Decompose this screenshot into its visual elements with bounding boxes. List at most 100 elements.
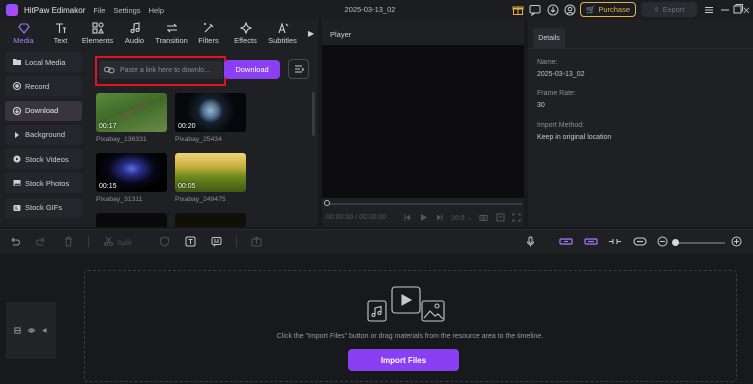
next-frame-icon[interactable] <box>435 213 444 222</box>
drop-hint-text: Click the "Import Files" button or drag … <box>276 333 544 340</box>
volume-icon[interactable] <box>496 213 505 222</box>
export-clip-icon[interactable] <box>251 236 262 247</box>
tab-subtitles[interactable]: Subtitles <box>264 22 301 48</box>
feedback-icon[interactable] <box>529 4 541 16</box>
tab-effects[interactable]: Effects <box>227 22 264 48</box>
tab-details[interactable]: Details <box>533 28 565 48</box>
download-button[interactable]: Download <box>224 60 280 79</box>
fit-timeline-icon[interactable] <box>633 236 647 247</box>
menu-file[interactable]: File <box>93 6 105 15</box>
add-subtitle-icon[interactable] <box>211 236 222 247</box>
tab-text[interactable]: Text <box>42 22 79 48</box>
gift-icon[interactable] <box>512 4 524 16</box>
add-text-icon[interactable] <box>185 236 196 247</box>
menu-icon[interactable] <box>703 4 715 16</box>
split-track-icon[interactable] <box>608 236 622 247</box>
media-thumbnail[interactable]: 00:17 <box>96 93 167 132</box>
split-button[interactable]: Split <box>117 238 132 247</box>
close-icon[interactable] <box>743 4 752 16</box>
snapshot-icon[interactable] <box>479 213 488 222</box>
media-icon <box>17 23 30 34</box>
import-method-label: Import Method: <box>537 122 585 129</box>
export-button[interactable]: ⇪ Export <box>641 2 697 17</box>
zoom-in-icon[interactable] <box>731 236 742 247</box>
media-scrollbar[interactable] <box>312 92 315 136</box>
folder-icon <box>13 59 21 65</box>
frame-rate-label: Frame Rate: <box>537 90 576 97</box>
media-tabs: Media Text Elements Audio Transition Fil… <box>5 22 301 48</box>
video-duration: 00:20 <box>178 123 196 130</box>
import-media-icon <box>367 286 445 322</box>
thumbnail-name: Pixabay_136331 <box>96 136 147 143</box>
time-current: 00:00:00 <box>326 214 354 221</box>
download-circle-icon[interactable] <box>547 4 559 16</box>
sidebar-item-local-media[interactable]: Local Media <box>5 52 82 72</box>
player-screen[interactable] <box>322 45 524 198</box>
name-value: 2025-03-13_02 <box>537 71 585 78</box>
app-logo-icon <box>6 4 18 16</box>
zoom-slider-track[interactable] <box>673 242 725 244</box>
sidebar-item-record[interactable]: Record <box>5 76 82 97</box>
subtitles-icon <box>277 22 288 34</box>
aspect-ratio-select[interactable]: 16:9 ⌄ <box>451 214 472 222</box>
tab-audio[interactable]: Audio <box>116 22 153 48</box>
media-thumbnail[interactable] <box>96 213 167 227</box>
minimize-icon[interactable] <box>719 4 731 16</box>
menu-help[interactable]: Help <box>149 6 164 15</box>
play-icon[interactable] <box>419 213 428 222</box>
import-files-button[interactable]: Import Files <box>348 349 459 371</box>
list-view-button[interactable] <box>288 59 309 79</box>
scrubber-handle[interactable] <box>324 200 330 206</box>
thumbnail-name: Pixabay_249475 <box>175 196 226 203</box>
tab-media[interactable]: Media <box>5 22 42 48</box>
thumbnail-name: Pixabay_31311 <box>96 196 143 203</box>
split-icon[interactable] <box>103 236 114 247</box>
link-input[interactable]: Paste a link here to downlo... <box>99 61 223 79</box>
tab-filters[interactable]: Filters <box>190 22 227 48</box>
redo-icon[interactable] <box>36 236 47 247</box>
details-divider <box>528 48 753 49</box>
sidebar-item-download[interactable]: Download <box>5 100 82 121</box>
delete-icon[interactable] <box>63 236 74 247</box>
sidebar-item-stock-photos[interactable]: Stock Photos <box>5 173 82 194</box>
fullscreen-icon[interactable] <box>512 213 521 222</box>
effects-icon <box>239 22 252 34</box>
prev-frame-icon[interactable] <box>403 213 412 222</box>
media-thumbnail[interactable]: 00:15 <box>96 153 167 192</box>
microphone-icon[interactable] <box>525 236 536 247</box>
project-title: 2025-03-13_02 <box>344 5 396 14</box>
text-icon <box>55 23 66 33</box>
account-icon[interactable] <box>564 4 576 16</box>
zoom-slider-handle[interactable] <box>672 239 679 246</box>
list-icon <box>294 65 304 73</box>
zoom-out-icon[interactable] <box>657 236 668 247</box>
video-duration: 00:17 <box>99 123 117 130</box>
track-visibility-icon[interactable] <box>27 327 35 334</box>
media-thumbnail[interactable] <box>175 213 246 227</box>
shield-icon[interactable] <box>159 236 170 247</box>
sidebar-item-stock-videos[interactable]: Stock Videos <box>5 149 82 170</box>
track-lock-icon[interactable] <box>13 327 21 334</box>
tabs-scroll-right-icon[interactable]: ▶ <box>308 29 314 38</box>
sidebar-item-stock-gifs[interactable]: Stock GIFs <box>5 197 82 218</box>
transition-icon <box>166 23 177 33</box>
video-duration: 00:05 <box>178 183 196 190</box>
tab-transition[interactable]: Transition <box>153 22 190 48</box>
purchase-button[interactable]: 🛒 Purchase <box>580 2 636 17</box>
magnet-snap-icon[interactable] <box>559 236 573 247</box>
menu-settings[interactable]: Settings <box>113 6 140 15</box>
player-scrubber[interactable] <box>326 203 522 205</box>
media-thumbnail[interactable]: 00:20 <box>175 93 246 132</box>
tab-elements[interactable]: Elements <box>79 22 116 48</box>
chevron-down-icon: ⌄ <box>464 215 473 222</box>
thumbnail-name: Pixabay_25434 <box>175 136 222 143</box>
track-mute-icon[interactable] <box>42 327 49 334</box>
stock-videos-icon <box>13 155 21 163</box>
toolbar-divider <box>236 236 237 247</box>
link-input-placeholder: Paste a link here to downlo... <box>120 66 210 74</box>
link-tracks-icon[interactable] <box>584 236 598 247</box>
media-thumbnail[interactable]: 00:05 <box>175 153 246 192</box>
sidebar-item-background[interactable]: Background <box>5 124 82 145</box>
undo-icon[interactable] <box>9 236 20 247</box>
link-icon <box>104 66 115 74</box>
